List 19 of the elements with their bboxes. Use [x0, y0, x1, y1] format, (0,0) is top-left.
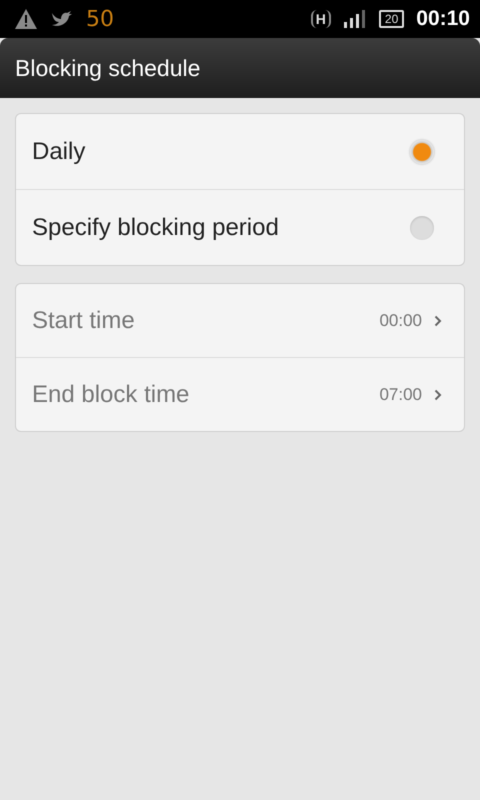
bird-icon [50, 9, 74, 29]
notification-count: 50 [86, 6, 114, 32]
time-value: 07:00 [379, 384, 422, 404]
setting-label: End block time [32, 380, 190, 408]
clock: 00:10 [416, 7, 470, 31]
chevron-icon [434, 388, 442, 400]
radio-button[interactable] [410, 216, 434, 240]
battery-icon: 20 [378, 10, 404, 28]
warning-icon [14, 8, 38, 30]
option-row[interactable]: Specify blocking period [16, 189, 464, 265]
radio-button[interactable] [410, 140, 434, 164]
chevron-icon [434, 314, 442, 326]
setting-label: Start time [32, 306, 136, 334]
screen-title: Blocking schedule [15, 54, 200, 82]
option-label: Specify blocking period [32, 214, 280, 242]
option-label: Daily [32, 138, 86, 166]
time-value: 00:00 [379, 310, 422, 330]
option-row[interactable]: Daily [16, 114, 464, 189]
signal-icon [342, 9, 367, 29]
